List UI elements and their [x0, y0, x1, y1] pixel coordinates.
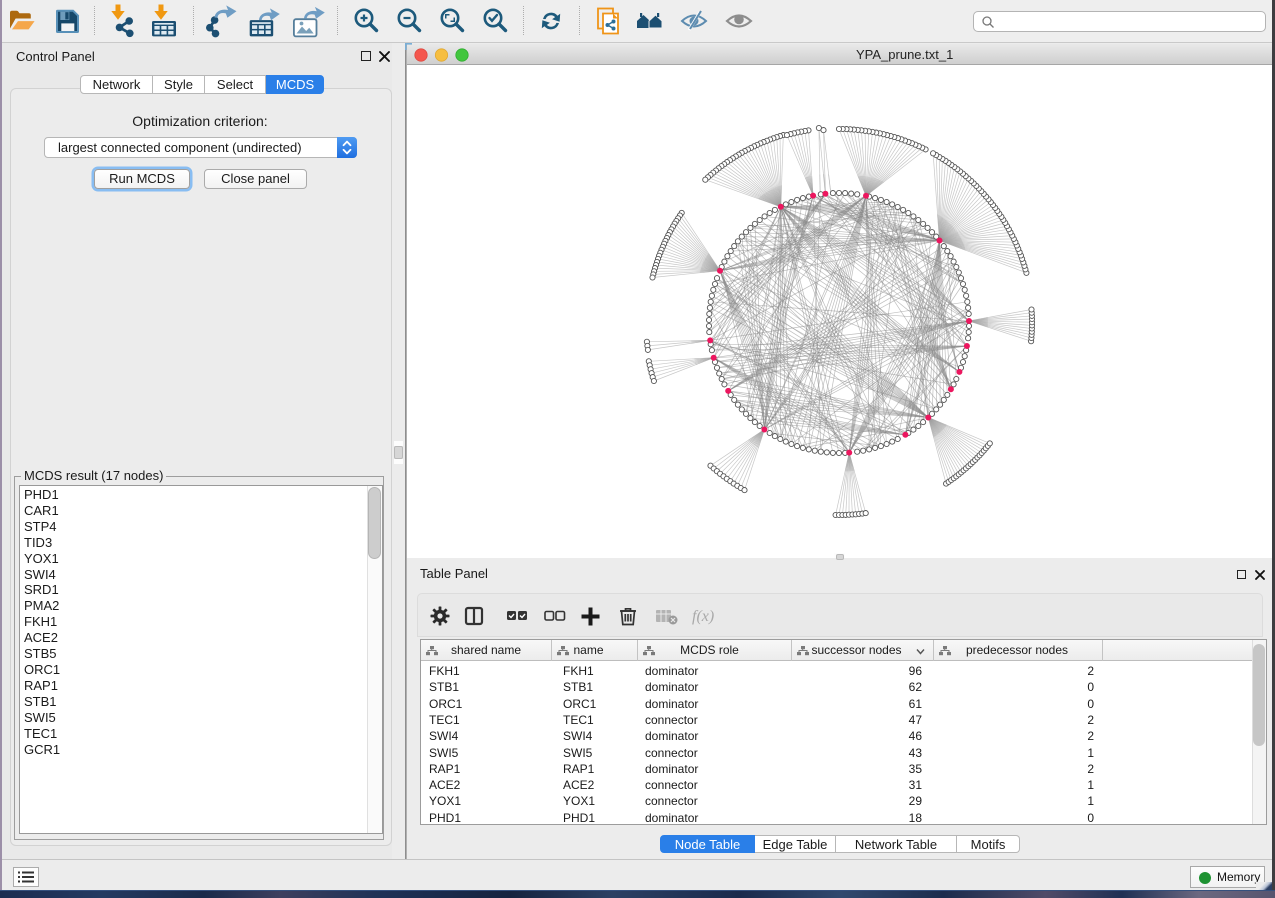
- svg-text:f(x): f(x): [692, 608, 714, 625]
